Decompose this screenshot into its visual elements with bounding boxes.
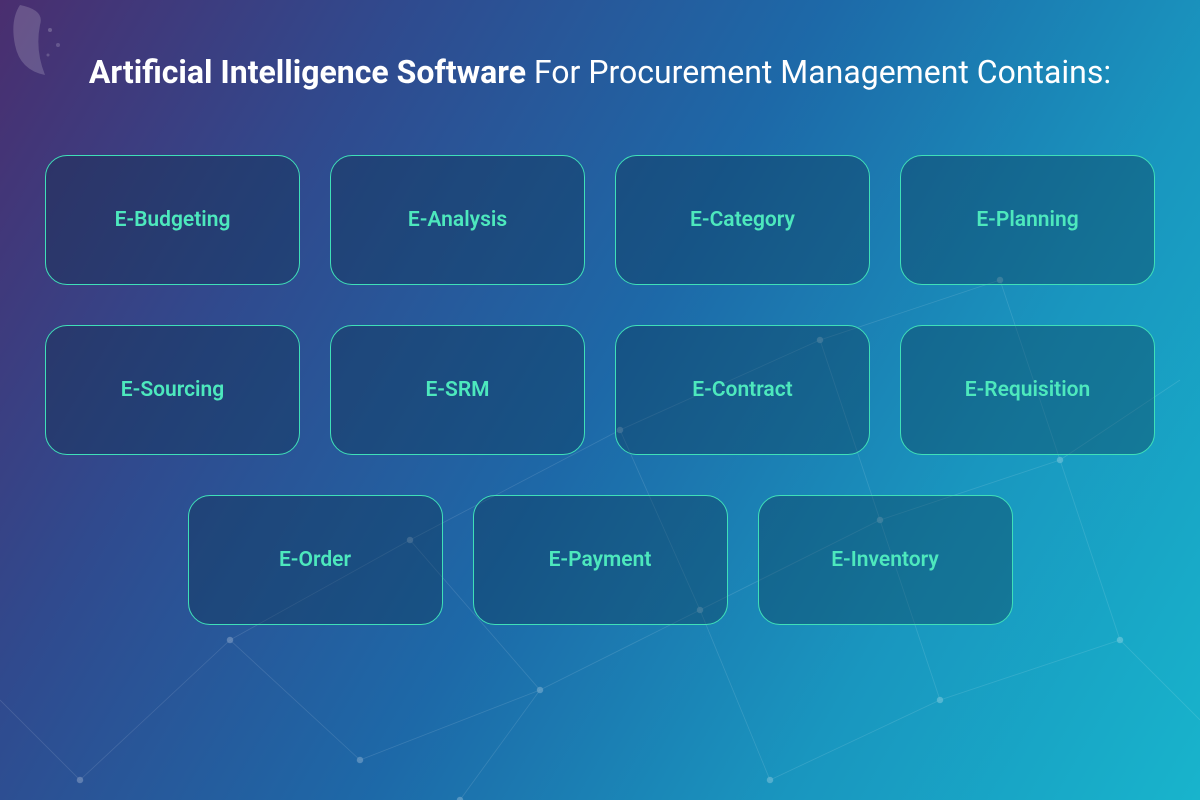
card-e-planning: E-Planning [900,155,1155,285]
card-row-1: E-Budgeting E-Analysis E-Category E-Plan… [35,155,1165,285]
card-row-2: E-Sourcing E-SRM E-Contract E-Requisitio… [35,325,1165,455]
title-rest: For Procurement Management Contains: [526,53,1111,91]
page-title: Artificial Intelligence Software For Pro… [35,50,1165,95]
card-e-srm: E-SRM [330,325,585,455]
card-e-category: E-Category [615,155,870,285]
card-e-order: E-Order [188,495,443,625]
card-e-sourcing: E-Sourcing [45,325,300,455]
card-e-budgeting: E-Budgeting [45,155,300,285]
main-panel: Artificial Intelligence Software For Pro… [0,0,1200,800]
card-e-analysis: E-Analysis [330,155,585,285]
card-e-payment: E-Payment [473,495,728,625]
card-e-requisition: E-Requisition [900,325,1155,455]
card-rows: E-Budgeting E-Analysis E-Category E-Plan… [35,155,1165,625]
card-e-contract: E-Contract [615,325,870,455]
card-row-3: E-Order E-Payment E-Inventory [35,495,1165,625]
title-bold: Artificial Intelligence Software [89,53,526,91]
card-e-inventory: E-Inventory [758,495,1013,625]
